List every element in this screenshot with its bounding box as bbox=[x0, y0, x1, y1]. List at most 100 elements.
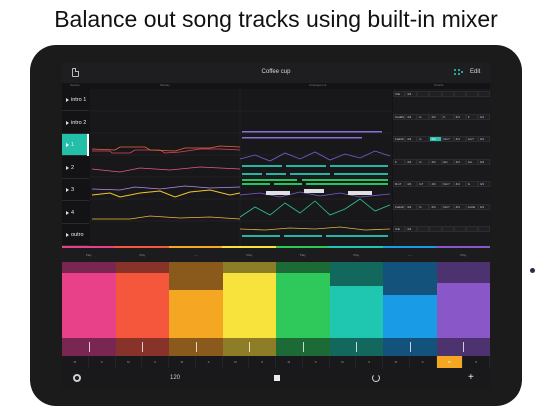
chord-cell[interactable]: Dm7 bbox=[441, 136, 454, 142]
pan-control[interactable] bbox=[329, 338, 383, 356]
chord-cell[interactable]: 4/4 bbox=[405, 181, 418, 187]
mixer-channel[interactable] bbox=[276, 262, 330, 356]
chord-cell[interactable]: Cadd9 bbox=[393, 113, 406, 120]
chord-cell[interactable] bbox=[429, 226, 442, 232]
chord-cell[interactable] bbox=[417, 91, 430, 97]
plus-icon[interactable]: + bbox=[468, 372, 474, 384]
volume-fader[interactable] bbox=[436, 283, 490, 338]
volume-fader[interactable] bbox=[276, 272, 330, 338]
mute-button[interactable]: M bbox=[223, 356, 250, 368]
track-row[interactable]: 1 bbox=[62, 134, 89, 156]
song-title[interactable]: Coffee cup bbox=[62, 69, 490, 75]
chord-cell[interactable]: F bbox=[393, 158, 406, 165]
chord-cell[interactable]: 4/4 bbox=[453, 181, 466, 187]
chord-cell[interactable]: Fadd9 bbox=[393, 136, 406, 142]
track-row[interactable]: 2 bbox=[62, 157, 89, 179]
chord-cell[interactable] bbox=[453, 91, 466, 97]
chord-cell[interactable]: Dm7 bbox=[441, 181, 454, 187]
chord-cell[interactable]: 4/4 bbox=[429, 158, 442, 165]
solo-button[interactable]: S bbox=[303, 356, 330, 368]
channel-play-button[interactable]: — bbox=[169, 250, 223, 260]
pan-control[interactable] bbox=[62, 338, 116, 356]
channel-play-button[interactable]: Play bbox=[62, 250, 116, 260]
channel-play-button[interactable]: Play bbox=[223, 250, 277, 260]
channel-play-button[interactable]: Play bbox=[276, 250, 330, 260]
volume-fader[interactable] bbox=[383, 294, 437, 338]
chord-cell[interactable]: 4/4 bbox=[477, 158, 490, 165]
mixer-channel[interactable] bbox=[62, 262, 116, 356]
solo-button[interactable]: S bbox=[356, 356, 383, 368]
channel-play-button[interactable]: Play bbox=[330, 250, 384, 260]
volume-fader[interactable] bbox=[222, 272, 276, 338]
chord-cell[interactable]: 4/4 bbox=[429, 181, 442, 187]
chord-cell[interactable]: Am bbox=[465, 158, 478, 165]
chord-cell[interactable]: 4/4 bbox=[405, 203, 418, 210]
mixer-channel[interactable] bbox=[436, 262, 490, 356]
chord-cell[interactable]: G7 bbox=[417, 181, 430, 187]
chord-cell[interactable] bbox=[441, 226, 454, 232]
chord-cell[interactable]: 4/4 bbox=[429, 136, 442, 142]
volume-fader[interactable] bbox=[62, 272, 116, 338]
track-row[interactable]: intro 1 bbox=[62, 89, 89, 111]
chord-cell[interactable]: G bbox=[417, 158, 430, 165]
chord-cell[interactable] bbox=[465, 226, 478, 232]
chord-cell[interactable]: C/E bbox=[393, 91, 406, 97]
chord-cell[interactable]: 4/4 bbox=[405, 113, 418, 120]
solo-button[interactable]: S bbox=[142, 356, 169, 368]
chord-cell[interactable]: 4/4 bbox=[405, 158, 418, 165]
pan-control[interactable] bbox=[169, 338, 223, 356]
chord-cell[interactable]: 4/4 bbox=[405, 226, 418, 232]
mute-button[interactable]: M bbox=[383, 356, 410, 368]
chord-cell[interactable]: 4/4 bbox=[453, 113, 466, 120]
chord-cell[interactable]: Am7 bbox=[465, 136, 478, 142]
chord-cell[interactable]: G bbox=[417, 136, 430, 142]
pan-control[interactable] bbox=[383, 338, 437, 356]
track-row[interactable]: intro 2 bbox=[62, 112, 89, 134]
chord-cell[interactable]: 4/4 bbox=[453, 158, 466, 165]
edit-button[interactable]: Edit bbox=[470, 69, 480, 75]
solo-button[interactable]: S bbox=[249, 356, 276, 368]
pan-control[interactable] bbox=[115, 338, 169, 356]
chord-cell[interactable] bbox=[477, 91, 490, 97]
chord-cell[interactable]: C/E bbox=[393, 226, 406, 232]
chord-cell[interactable]: 4/4 bbox=[477, 113, 490, 120]
mixer-channel[interactable] bbox=[169, 262, 223, 356]
mute-button[interactable]: M bbox=[436, 356, 464, 368]
chord-cell[interactable]: 4/4 bbox=[453, 203, 466, 210]
chord-cell[interactable]: Fadd9 bbox=[393, 203, 406, 210]
chord-cell[interactable]: Am/E bbox=[465, 203, 478, 210]
chord-cell[interactable]: Em bbox=[441, 158, 454, 165]
mute-button[interactable]: M bbox=[62, 356, 89, 368]
chord-cell[interactable]: 4/4 bbox=[477, 203, 490, 210]
volume-fader[interactable] bbox=[329, 286, 383, 338]
chord-cell[interactable]: F bbox=[465, 113, 478, 120]
chord-cell[interactable]: G bbox=[417, 203, 430, 210]
mute-button[interactable]: M bbox=[276, 356, 303, 368]
chord-cell[interactable] bbox=[465, 91, 478, 97]
chord-cell[interactable] bbox=[477, 226, 490, 232]
pan-control[interactable] bbox=[276, 338, 330, 356]
timeline[interactable] bbox=[90, 89, 392, 247]
mixer-channel[interactable] bbox=[329, 262, 383, 356]
mixer-channel[interactable] bbox=[115, 262, 169, 356]
chord-grid[interactable]: C/E 4/4 Cadd9 4/4 G 4/4 F 4/4 F 4/4 Fadd9 4/4 G 4/4 Dm… bbox=[393, 89, 490, 247]
gear-icon[interactable] bbox=[73, 374, 81, 382]
channel-play-button[interactable]: — bbox=[383, 250, 437, 260]
chord-cell[interactable]: F bbox=[441, 113, 454, 120]
solo-button[interactable]: S bbox=[196, 356, 223, 368]
chord-cell[interactable] bbox=[453, 226, 466, 232]
track-row[interactable]: 4 bbox=[62, 202, 89, 224]
chord-cell[interactable]: 4/4 bbox=[405, 136, 418, 142]
chord-cell[interactable]: Dm7 bbox=[441, 203, 454, 210]
chord-cell[interactable]: G bbox=[417, 113, 430, 120]
stop-icon[interactable] bbox=[274, 375, 280, 381]
mixer-channel[interactable] bbox=[383, 262, 437, 356]
solo-button[interactable]: S bbox=[410, 356, 437, 368]
track-row[interactable]: outro bbox=[62, 224, 89, 246]
track-row[interactable]: 3 bbox=[62, 179, 89, 201]
mute-button[interactable]: M bbox=[116, 356, 143, 368]
chord-cell[interactable]: G bbox=[465, 181, 478, 187]
pan-control[interactable] bbox=[222, 338, 276, 356]
chord-cell[interactable]: 4/4 bbox=[477, 136, 490, 142]
chord-cell[interactable]: 4/4 bbox=[405, 91, 418, 97]
